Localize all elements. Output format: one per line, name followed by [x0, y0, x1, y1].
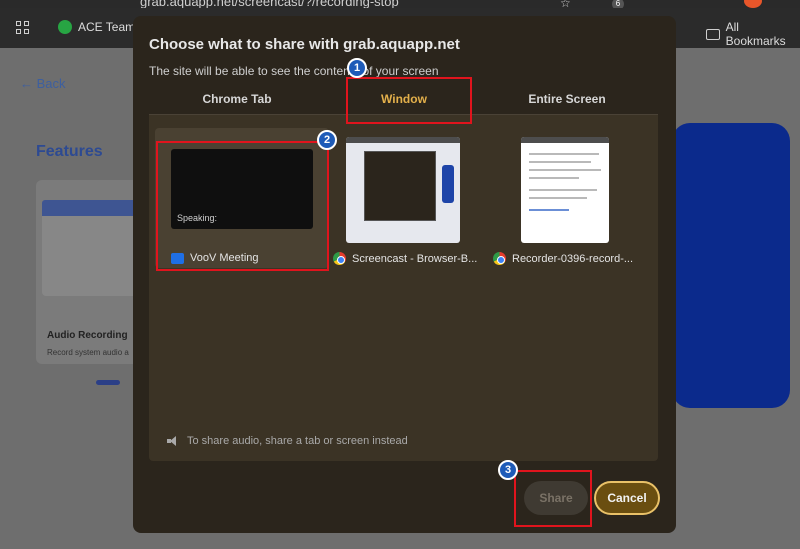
audio-note-text: To share audio, share a tab or screen in… — [187, 435, 408, 447]
thumbnail-toolbar — [521, 137, 609, 143]
audio-note: To share audio, share a tab or screen in… — [167, 435, 408, 447]
ace-team-icon — [58, 20, 72, 34]
tab-chrome-tab[interactable]: Chrome Tab — [157, 92, 317, 116]
window-thumbnail[interactable] — [346, 137, 460, 243]
annotation-badge: 3 — [498, 460, 518, 480]
cancel-button[interactable]: Cancel — [594, 481, 660, 515]
doc-line — [529, 177, 579, 179]
dialog-title: Choose what to share with grab.aquapp.ne… — [149, 36, 460, 53]
doc-line — [529, 197, 587, 199]
doc-line — [529, 161, 591, 163]
card-title: Audio Recording — [47, 330, 128, 341]
window-item-recorder[interactable]: Recorder-0396-record-... — [493, 252, 633, 265]
card-subtitle: Record system audio a — [47, 348, 129, 357]
chrome-icon — [333, 252, 346, 265]
blue-panel — [672, 123, 790, 408]
tab-entire-screen[interactable]: Entire Screen — [487, 92, 647, 116]
window-item-screencast[interactable]: Screencast - Browser-B... — [333, 252, 477, 265]
folder-icon — [706, 28, 720, 40]
carousel-pager[interactable] — [96, 380, 120, 385]
features-heading: Features — [36, 143, 103, 160]
window-label: Recorder-0396-record-... — [512, 252, 634, 265]
chrome-icon — [493, 252, 506, 265]
thumbnail-blue-panel — [442, 165, 454, 203]
back-link[interactable]: ← Back — [20, 76, 66, 91]
apps-grid-icon[interactable] — [16, 21, 30, 35]
doc-line — [529, 189, 597, 191]
doc-line — [529, 153, 599, 155]
card-preview — [42, 200, 142, 296]
bookmark-label: All Bookmarks — [725, 20, 786, 48]
bookmark-all-bookmarks[interactable]: All Bookmarks — [706, 20, 800, 48]
window-label: Screencast - Browser-B... — [352, 252, 478, 265]
annotation-box-window-item — [156, 141, 329, 271]
feature-card[interactable]: Audio Recording Record system audio a — [36, 180, 142, 364]
annotation-badge: 2 — [317, 130, 337, 150]
annotation-box-window-tab — [346, 77, 472, 124]
doc-line — [529, 169, 601, 171]
doc-link-line — [529, 209, 569, 211]
dialog-subtitle: The site will be able to see the content… — [149, 64, 439, 78]
thumbnail-dialog — [364, 151, 436, 221]
profile-avatar[interactable] — [744, 0, 762, 8]
thumbnail-toolbar — [346, 137, 460, 143]
window-thumbnail[interactable] — [521, 137, 609, 243]
browser-toolbar: grab.aquapp.net/screencast/?/recording-s… — [0, 0, 800, 10]
annotation-badge: 1 — [347, 58, 367, 78]
card-preview-header — [42, 200, 142, 216]
annotation-box-share — [514, 470, 592, 527]
speaker-icon — [167, 436, 179, 446]
